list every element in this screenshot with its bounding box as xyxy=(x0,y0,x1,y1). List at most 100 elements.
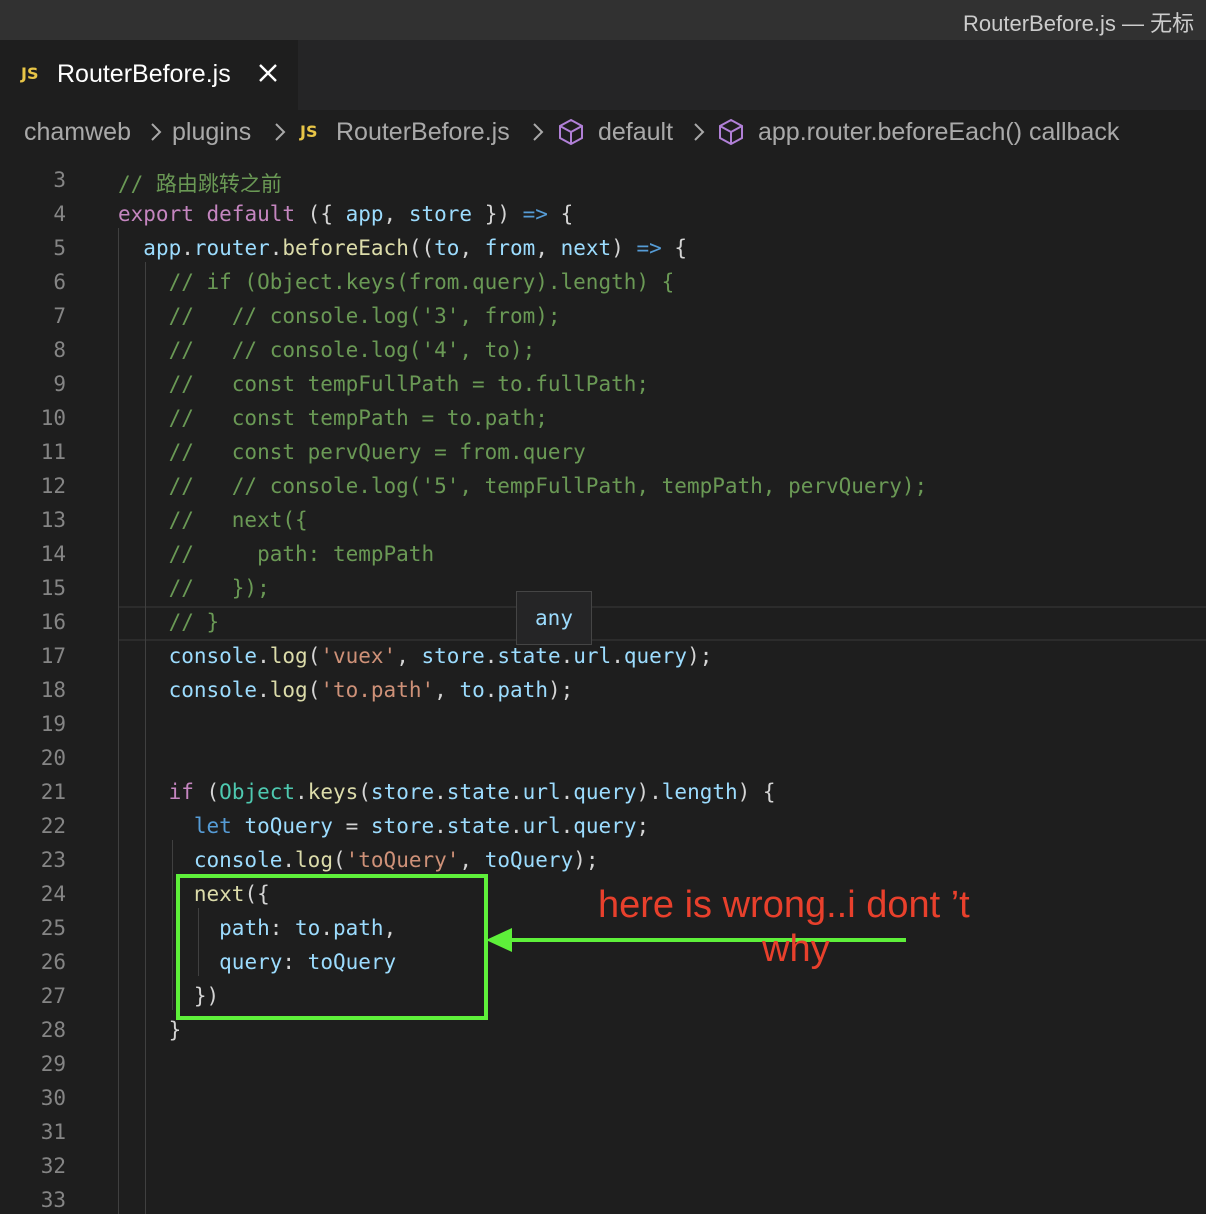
line-number: 19 xyxy=(40,712,66,736)
code-line[interactable]: 18 console.log('to.path', to.path); xyxy=(0,673,1206,707)
code-line[interactable]: 32 xyxy=(0,1149,1206,1183)
line-number: 29 xyxy=(40,1052,66,1076)
code-line[interactable]: 12 // // console.log('5', tempFullPath, … xyxy=(0,469,1206,503)
annotation-line-2: why xyxy=(762,928,830,970)
breadcrumb-item-chamweb[interactable]: chamweb xyxy=(24,118,131,147)
line-number: 8 xyxy=(53,338,66,362)
code-text: // }); xyxy=(168,576,270,600)
annotation-text: here is wrong..i dont ’t why xyxy=(598,883,1018,971)
breadcrumb: chamweb plugins JS RouterBefore.js defau… xyxy=(0,110,1206,156)
tab-routerbefore[interactable]: JS RouterBefore.js xyxy=(0,40,298,110)
code-line[interactable]: 17 console.log('vuex', store.state.url.q… xyxy=(0,639,1206,673)
line-number: 3 xyxy=(53,168,66,192)
breadcrumb-item-callback[interactable]: app.router.beforeEach() callback xyxy=(758,118,1119,147)
code-line[interactable]: 20 xyxy=(0,741,1206,775)
line-number: 28 xyxy=(40,1018,66,1042)
annotation-line-1: here is wrong..i dont ’t xyxy=(598,884,970,926)
cube-symbol-icon xyxy=(559,118,583,146)
close-icon[interactable] xyxy=(254,59,282,87)
code-line[interactable]: 16 // } xyxy=(0,605,1206,639)
line-number: 4 xyxy=(53,202,66,226)
code-line[interactable]: 15 // }); xyxy=(0,571,1206,605)
line-number: 12 xyxy=(40,474,66,498)
line-number: 17 xyxy=(40,644,66,668)
code-text: export default ({ app, store }) => { xyxy=(118,202,574,226)
line-number: 26 xyxy=(40,950,66,974)
title-bar: RouterBefore.js — 无标 xyxy=(0,0,1206,40)
breadcrumb-item-plugins[interactable]: plugins xyxy=(172,118,251,147)
window-title: RouterBefore.js — 无标 xyxy=(963,11,1195,36)
line-number: 21 xyxy=(40,780,66,804)
code-text: if (Object.keys(store.state.url.query).l… xyxy=(168,780,776,804)
chevron-right-icon xyxy=(694,123,705,141)
tab-bar: JS RouterBefore.js xyxy=(0,40,1206,110)
code-line[interactable]: 10 // const tempPath = to.path; xyxy=(0,401,1206,435)
line-number: 33 xyxy=(40,1188,66,1212)
chevron-right-icon xyxy=(275,123,286,141)
code-text: // const tempFullPath = to.fullPath; xyxy=(168,372,650,396)
line-number: 32 xyxy=(40,1154,66,1178)
line-number: 14 xyxy=(40,542,66,566)
code-text: // if (Object.keys(from.query).length) { xyxy=(168,270,675,294)
cube-symbol-icon xyxy=(719,118,743,146)
code-line[interactable]: 4 export default ({ app, store }) => { xyxy=(0,197,1206,231)
chevron-right-icon xyxy=(151,123,162,141)
code-line[interactable]: 13 // next({ xyxy=(0,503,1206,537)
tab-label: RouterBefore.js xyxy=(57,60,231,88)
code-text: // // console.log('3', from); xyxy=(168,304,561,328)
line-number: 24 xyxy=(40,882,66,906)
line-number: 15 xyxy=(40,576,66,600)
line-number: 27 xyxy=(40,984,66,1008)
code-text: // } xyxy=(168,610,220,634)
line-number: 31 xyxy=(40,1120,66,1144)
type-hover-tooltip: any xyxy=(516,591,592,645)
code-line[interactable]: 19 xyxy=(0,707,1206,741)
code-line[interactable]: 22 let toQuery = store.state.url.query; xyxy=(0,809,1206,843)
line-number: 9 xyxy=(53,372,66,396)
code-line[interactable]: 7 // // console.log('3', from); xyxy=(0,299,1206,333)
code-line[interactable]: 31 xyxy=(0,1115,1206,1149)
code-editor[interactable]: 3 // 路由跳转之前 4 export default ({ app, store … xyxy=(0,160,1206,1214)
code-line[interactable]: 8 // // console.log('4', to); xyxy=(0,333,1206,367)
javascript-file-icon: JS xyxy=(21,64,39,83)
code-text: let toQuery = store.state.url.query; xyxy=(193,814,650,838)
code-text: // next({ xyxy=(168,508,308,532)
code-line[interactable]: 14 // path: tempPath xyxy=(0,537,1206,571)
code-text: // const pervQuery = from.query xyxy=(168,440,586,464)
code-line[interactable]: 23 console.log('toQuery', toQuery); xyxy=(0,843,1206,877)
code-line[interactable]: 9 // const tempFullPath = to.fullPath; xyxy=(0,367,1206,401)
code-text: console.log('to.path', to.path); xyxy=(168,678,574,702)
line-number: 22 xyxy=(40,814,66,838)
code-text: // const tempPath = to.path; xyxy=(168,406,548,430)
code-line[interactable]: 6 // if (Object.keys(from.query).length)… xyxy=(0,265,1206,299)
code-text: // path: tempPath xyxy=(168,542,435,566)
javascript-file-icon: JS xyxy=(300,122,318,141)
line-number: 23 xyxy=(40,848,66,872)
line-number: 11 xyxy=(40,440,66,464)
line-number: 6 xyxy=(53,270,66,294)
code-text: // // console.log('4', to); xyxy=(168,338,536,362)
code-text: // 路由跳转之前 xyxy=(118,172,282,196)
line-number: 25 xyxy=(40,916,66,940)
code-line[interactable]: 29 xyxy=(0,1047,1206,1081)
code-text: // // console.log('5', tempFullPath, tem… xyxy=(168,474,928,498)
code-text: app.router.beforeEach((to, from, next) =… xyxy=(143,236,688,260)
line-number: 20 xyxy=(40,746,66,770)
code-text: console.log('vuex', store.state.url.quer… xyxy=(168,644,713,668)
line-number: 5 xyxy=(53,236,66,260)
chevron-right-icon xyxy=(533,123,544,141)
breadcrumb-item-default[interactable]: default xyxy=(598,118,673,147)
breadcrumb-item-file[interactable]: RouterBefore.js xyxy=(336,118,510,147)
code-line[interactable]: 33 xyxy=(0,1183,1206,1214)
line-number: 16 xyxy=(40,610,66,634)
code-text: } xyxy=(118,1018,182,1042)
code-line[interactable]: 3 // 路由跳转之前 xyxy=(0,163,1206,197)
code-line[interactable]: 30 xyxy=(0,1081,1206,1115)
code-line[interactable]: 21 if (Object.keys(store.state.url.query… xyxy=(0,775,1206,809)
code-line[interactable]: 11 // const pervQuery = from.query xyxy=(0,435,1206,469)
code-line[interactable]: 5 app.router.beforeEach((to, from, next)… xyxy=(0,231,1206,265)
line-number: 18 xyxy=(40,678,66,702)
annotation-highlight-box xyxy=(176,874,488,1020)
line-number: 13 xyxy=(40,508,66,532)
line-number: 30 xyxy=(40,1086,66,1110)
